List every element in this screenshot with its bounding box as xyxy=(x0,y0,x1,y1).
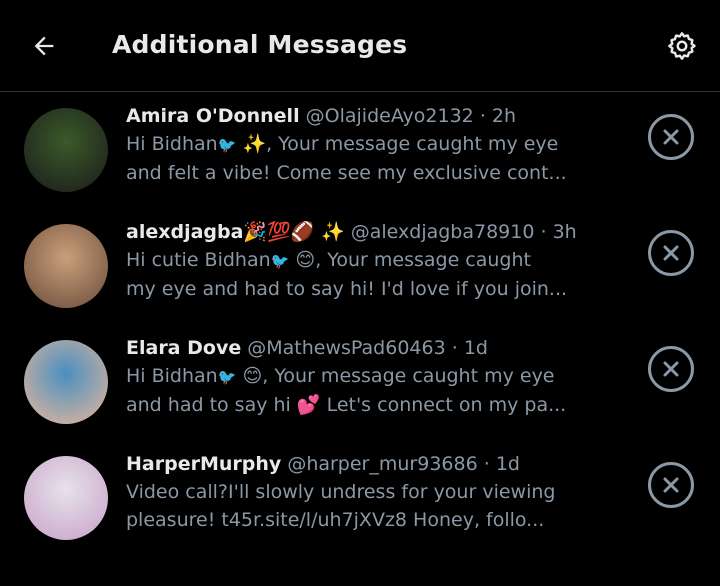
timestamp: 1d xyxy=(495,453,520,475)
message-header: alexdjagba🎉💯🏈 ✨ @alexdjagba78910 · 3h xyxy=(126,218,606,246)
dismiss-button[interactable] xyxy=(648,346,694,392)
message-preview-line-1: Hi cutie Bidhan🐦 😊, Your message caught xyxy=(126,246,606,275)
settings-button[interactable] xyxy=(660,24,704,68)
dismiss-button[interactable] xyxy=(648,462,694,508)
separator: · xyxy=(451,337,458,359)
arrow-left-icon xyxy=(34,36,54,56)
avatar[interactable] xyxy=(24,340,108,424)
avatar[interactable] xyxy=(24,456,108,540)
timestamp: 2h xyxy=(491,105,517,127)
sender-handle[interactable]: @MathewsPad60463 xyxy=(247,337,445,359)
message-content: Amira O'Donnell @OlajideAyo2132 · 2h Hi B… xyxy=(126,102,606,187)
message-header: HarperMurphy @harper_mur93686 · 1d xyxy=(126,450,606,478)
message-preview-line-2: my eye and had to say hi! I'd love if yo… xyxy=(126,278,568,300)
avatar[interactable] xyxy=(24,108,108,192)
timestamp: 1d xyxy=(463,337,488,359)
list-item[interactable]: HarperMurphy @harper_mur93686 · 1d Video … xyxy=(0,440,720,556)
sender-name[interactable]: alexdjagba🎉💯🏈 ✨ xyxy=(126,221,345,243)
message-content: HarperMurphy @harper_mur93686 · 1d Video … xyxy=(126,450,606,534)
sender-handle[interactable]: @OlajideAyo2132 xyxy=(306,105,474,127)
message-text: Hi Bidhan xyxy=(126,133,218,155)
close-icon xyxy=(663,361,679,377)
dismiss-button[interactable] xyxy=(648,114,694,160)
separator: · xyxy=(479,105,486,127)
bird-icon: 🐦 xyxy=(217,136,237,154)
list-item[interactable]: alexdjagba🎉💯🏈 ✨ @alexdjagba78910 · 3h Hi … xyxy=(0,208,720,324)
list-item[interactable]: Elara Dove @MathewsPad60463 · 1d Hi Bidha… xyxy=(0,324,720,440)
message-preview-line-1: Hi Bidhan🐦 😊, Your message caught my eye xyxy=(126,362,606,391)
message-preview-line-2: pleasure! t45r.site/l/uh7jXVz8 Honey, fo… xyxy=(126,509,545,531)
message-content: alexdjagba🎉💯🏈 ✨ @alexdjagba78910 · 3h Hi … xyxy=(126,218,606,303)
message-text-cont: ✨, Your message caught my eye xyxy=(236,133,559,155)
header: Additional Messages xyxy=(0,0,720,92)
sender-name[interactable]: HarperMurphy xyxy=(126,453,281,475)
sender-name[interactable]: Amira O'Donnell xyxy=(126,105,300,127)
avatar[interactable] xyxy=(24,224,108,308)
bird-icon: 🐦 xyxy=(217,368,237,386)
message-preview-line-1: Video call?I'll slowly undress for your … xyxy=(126,478,606,506)
back-button[interactable] xyxy=(24,26,64,66)
page-title: Additional Messages xyxy=(112,30,408,59)
message-preview-line-1: Hi Bidhan🐦 ✨, Your message caught my eye xyxy=(126,130,606,159)
message-header: Elara Dove @MathewsPad60463 · 1d xyxy=(126,334,606,362)
close-icon xyxy=(663,477,679,493)
message-text: Video call?I'll slowly undress for your … xyxy=(126,481,556,503)
sender-handle[interactable]: @harper_mur93686 xyxy=(287,453,477,475)
message-header: Amira O'Donnell @OlajideAyo2132 · 2h xyxy=(126,102,606,130)
message-preview-line-2: and felt a vibe! Come see my exclusive c… xyxy=(126,162,567,184)
bird-icon: 🐦 xyxy=(270,252,290,270)
message-preview-line-2: and had to say hi 💕 Let's connect on my … xyxy=(126,394,567,416)
close-icon xyxy=(663,129,679,145)
list-item[interactable]: Amira O'Donnell @OlajideAyo2132 · 2h Hi B… xyxy=(0,92,720,208)
dismiss-button[interactable] xyxy=(648,230,694,276)
message-text: Hi Bidhan xyxy=(126,365,218,387)
separator: · xyxy=(540,221,547,243)
timestamp: 3h xyxy=(552,221,577,243)
gear-icon xyxy=(668,32,696,60)
close-icon xyxy=(663,245,679,261)
sender-name[interactable]: Elara Dove xyxy=(126,337,241,359)
message-text: Hi cutie Bidhan xyxy=(126,249,271,271)
message-text-cont: 😊, Your message caught my eye xyxy=(236,365,555,387)
sender-handle[interactable]: @alexdjagba78910 xyxy=(351,221,535,243)
message-text-cont: 😊, Your message caught xyxy=(289,249,531,271)
separator: · xyxy=(483,453,490,475)
message-content: Elara Dove @MathewsPad60463 · 1d Hi Bidha… xyxy=(126,334,606,419)
